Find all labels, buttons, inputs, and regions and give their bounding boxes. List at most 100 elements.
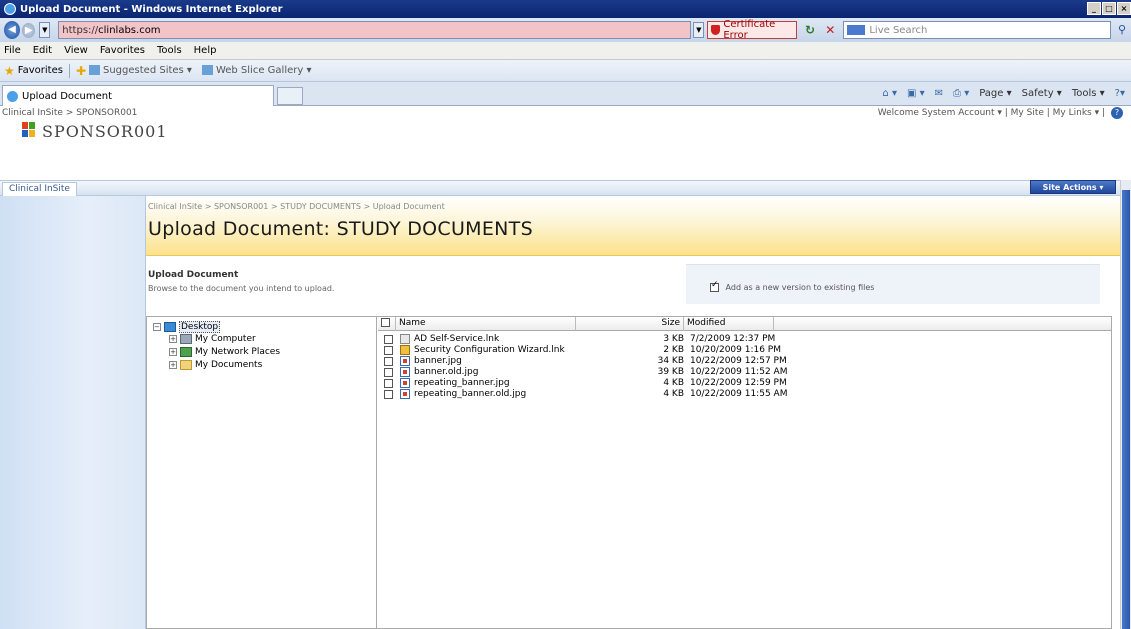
tree-node-my-documents[interactable]: + My Documents [169, 360, 262, 370]
upload-form: Upload Document Browse to the document y… [146, 256, 1120, 629]
add-version-checkbox[interactable] [710, 280, 719, 292]
left-navigation [0, 196, 146, 629]
window-controls: _ □ × [1087, 2, 1131, 15]
file-row[interactable]: Security Configuration Wizard.lnk 2 KB 1… [378, 345, 1111, 356]
top-nav-bar: Clinical InSite [0, 180, 1120, 196]
file-name: AD Self-Service.lnk [414, 334, 500, 344]
menu-favorites[interactable]: Favorites [100, 45, 145, 56]
column-header-modified[interactable]: Modified [684, 317, 774, 331]
print-icon[interactable]: ⎙ ▾ [953, 88, 969, 99]
page-title-area: Clinical InSite > SPONSOR001 > STUDY DOC… [146, 196, 1120, 256]
file-size: 39 KB [657, 367, 684, 377]
menu-tools[interactable]: Tools [157, 45, 182, 56]
home-icon[interactable]: ⌂ ▾ [882, 88, 897, 99]
read-mail-icon[interactable]: ✉ [935, 88, 943, 99]
back-button[interactable]: ◀ [4, 21, 21, 39]
documents-folder-icon [180, 360, 192, 370]
tab-strip: Upload Document ⌂ ▾ ▣ ▾ ✉ ⎙ ▾ Page ▾ Saf… [0, 82, 1131, 106]
image-file-icon [400, 378, 410, 388]
file-checkbox[interactable] [384, 379, 393, 388]
minimize-button[interactable]: _ [1087, 2, 1101, 15]
add-version-option[interactable]: Add as a new version to existing files [710, 280, 874, 292]
feeds-icon[interactable]: ▣ ▾ [907, 88, 925, 99]
menu-bar: File Edit View Favorites Tools Help [0, 42, 1131, 60]
history-dropdown-icon[interactable]: ▼ [39, 22, 51, 38]
page-breadcrumb[interactable]: Clinical InSite > SPONSOR001 > STUDY DOC… [148, 202, 445, 211]
file-row[interactable]: banner.old.jpg 39 KB 10/22/2009 11:52 AM [378, 367, 1111, 378]
address-input[interactable]: https://clinlabs.com [58, 21, 692, 39]
expand-icon[interactable]: + [169, 361, 177, 369]
menu-view[interactable]: View [64, 45, 88, 56]
new-tab-button[interactable] [277, 87, 303, 105]
help-icon[interactable]: ?▾ [1115, 88, 1125, 99]
tree-node-desktop[interactable]: − Desktop [153, 321, 221, 333]
page-menu[interactable]: Page ▾ [979, 88, 1011, 99]
scrollbar-thumb[interactable] [1122, 190, 1130, 629]
stop-icon[interactable]: ✕ [823, 22, 837, 38]
web-slice-gallery-link[interactable]: Web Slice Gallery ▾ [201, 65, 311, 76]
tree-node-my-network-places[interactable]: + My Network Places [169, 347, 280, 357]
network-icon [180, 347, 192, 357]
favorites-button[interactable]: Favorites [18, 65, 63, 76]
tab-clinical-insite[interactable]: Clinical InSite [2, 182, 77, 196]
menu-help[interactable]: Help [194, 45, 217, 56]
file-size: 34 KB [657, 356, 684, 366]
sp-global-bar: Clinical InSite > SPONSOR001 Welcome Sys… [0, 106, 1131, 120]
upload-description: Browse to the document you intend to upl… [148, 284, 335, 293]
forward-button[interactable]: ▶ [22, 22, 36, 38]
suggested-sites-link[interactable]: Suggested Sites ▾ [89, 65, 192, 76]
page-scrollbar[interactable] [1120, 180, 1131, 629]
expand-icon[interactable]: + [169, 348, 177, 356]
site-name[interactable]: SPONSOR001 [42, 122, 168, 141]
file-checkbox[interactable] [384, 335, 393, 344]
menu-edit[interactable]: Edit [33, 45, 52, 56]
favorites-star-icon[interactable]: ★ [4, 64, 15, 78]
search-input[interactable]: Live Search [843, 21, 1112, 39]
certificate-error-button[interactable]: Certificate Error [707, 19, 797, 41]
file-checkbox[interactable] [384, 346, 393, 355]
global-breadcrumb[interactable]: Clinical InSite > SPONSOR001 [2, 108, 137, 118]
image-file-icon [400, 389, 410, 399]
column-header-name[interactable]: Name [396, 317, 576, 331]
address-dropdown-icon[interactable]: ▼ [693, 22, 705, 38]
select-all-checkbox-cell[interactable] [378, 317, 396, 331]
tools-menu[interactable]: Tools ▾ [1072, 88, 1105, 99]
sharepoint-logo-icon [22, 122, 36, 138]
file-name: banner.old.jpg [414, 367, 479, 377]
column-header-size[interactable]: Size [576, 317, 684, 331]
wizard-shortcut-icon [400, 345, 410, 355]
file-checkbox[interactable] [384, 390, 393, 399]
folder-tree: − Desktop + My Computer + My Network Pla… [147, 317, 377, 628]
menu-file[interactable]: File [4, 45, 21, 56]
desktop-icon [164, 322, 176, 332]
file-row[interactable]: AD Self-Service.lnk 3 KB 7/2/2009 12:37 … [378, 334, 1111, 345]
safety-menu[interactable]: Safety ▾ [1022, 88, 1062, 99]
divider [68, 63, 70, 78]
file-checkbox[interactable] [384, 368, 393, 377]
file-size: 4 KB [663, 389, 684, 399]
image-file-icon [400, 367, 410, 377]
tab-upload-document[interactable]: Upload Document [2, 85, 274, 106]
search-icon[interactable]: ⚲ [1113, 21, 1131, 39]
file-name: repeating_banner.old.jpg [414, 389, 527, 399]
welcome-menu[interactable]: Welcome System Account ▾ | My Site | My … [878, 108, 1105, 118]
computer-icon [180, 334, 192, 344]
close-button[interactable]: × [1117, 2, 1131, 15]
maximize-button[interactable]: □ [1102, 2, 1116, 15]
file-checkbox[interactable] [384, 357, 393, 366]
expand-icon[interactable]: + [169, 335, 177, 343]
file-row[interactable]: repeating_banner.jpg 4 KB 10/22/2009 12:… [378, 378, 1111, 389]
site-actions-button[interactable]: Site Actions ▾ [1030, 180, 1116, 194]
file-modified: 10/22/2009 11:55 AM [690, 389, 788, 399]
add-favorite-icon[interactable]: ✚ [76, 64, 86, 78]
file-modified: 10/22/2009 12:57 PM [690, 356, 787, 366]
file-row[interactable]: banner.jpg 34 KB 10/22/2009 12:57 PM [378, 356, 1111, 367]
collapse-icon[interactable]: − [153, 323, 161, 331]
select-all-checkbox[interactable] [381, 318, 390, 327]
refresh-icon[interactable]: ↻ [803, 22, 817, 38]
live-search-logo-icon [847, 25, 866, 35]
sp-help-icon[interactable]: ? [1111, 107, 1123, 119]
suggested-sites-icon [89, 65, 100, 75]
file-row[interactable]: repeating_banner.old.jpg 4 KB 10/22/2009… [378, 389, 1111, 400]
tree-node-my-computer[interactable]: + My Computer [169, 334, 256, 344]
